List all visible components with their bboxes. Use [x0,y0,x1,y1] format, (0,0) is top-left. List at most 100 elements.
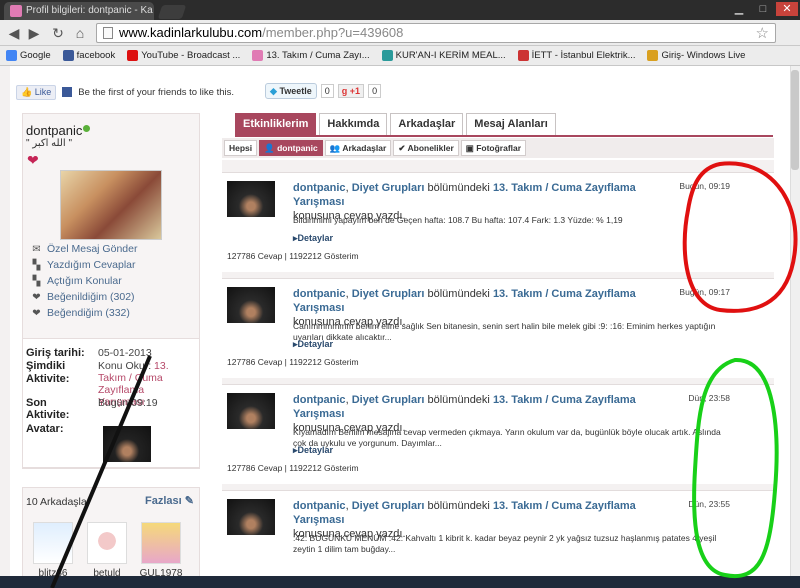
envelope-icon: ✉ [32,243,41,255]
profile-menu-item[interactable]: ▚ Açtığım Konular [31,275,122,287]
activity-group-link[interactable]: Diyet Grupları [352,500,425,512]
friends-more-label: Fazlası [145,495,182,507]
bookmark-label: Giriş- Windows Live [661,50,746,61]
profile-menu-item[interactable]: ✉ Özel Mesaj Gönder [31,243,137,255]
tab-1[interactable]: Hakkımda [319,113,388,135]
subtab-label: dontpanic [277,143,318,153]
maximize-icon[interactable]: □ [752,2,774,16]
tab-underline [235,135,773,137]
activity-thumbnail[interactable] [227,287,275,323]
activity-stats: 127786 Cevap | 1192212 Gösterim [227,357,359,367]
facebook-icon [62,87,73,97]
tweet-button[interactable]: ◆ Tweetle [265,83,317,99]
gplus-count: 0 [368,84,382,98]
favicon-icon [10,5,22,17]
back-icon[interactable]: ◀ [6,25,22,41]
subtab-label: Fotoğraflar [476,143,522,153]
bookmark-item[interactable]: Giriş- Windows Live [647,50,745,61]
bookmark-item[interactable]: 13. Takım / Cuma Zayı... [252,50,370,61]
bookmark-label: KUR'AN-I KERİM MEAL... [395,50,506,61]
facebook-like-bar: 👍 Like Be the first of your friends to l… [16,84,234,100]
profile-menu-label: Beğenildiğim (302) [47,291,135,303]
url-host: www.kadinlarkulubu.com [119,25,263,40]
subtab-label: Hepsi [229,143,253,153]
activity-mid: bölümündeki [424,394,493,406]
scrollbar-thumb[interactable] [791,70,799,170]
last-activity-label-2: Aktivite: [26,409,70,421]
activity-user-link[interactable]: dontpanic [293,500,346,512]
activity-thumbnail[interactable] [227,181,275,217]
friend-avatar[interactable] [33,522,73,564]
join-date-label: Giriş tarihi: [26,347,85,359]
new-tab-button[interactable] [157,5,187,19]
bookmark-item[interactable]: facebook [62,50,115,61]
bookmark-favicon-icon [381,50,393,61]
bookmark-item[interactable]: İETT - İstanbul Elektrik... [517,50,635,61]
subtab-1[interactable]: 👤 dontpanic [259,140,323,156]
details-link[interactable]: ▸Detaylar [293,233,333,244]
profile-menu-item[interactable]: ❤ Beğendiğim (332) [31,307,130,319]
activity-thumbnail[interactable] [227,393,275,429]
pencil-icon: ✎ [184,495,194,507]
minimize-icon[interactable]: ▁ [728,2,750,16]
activity-user-link[interactable]: dontpanic [293,288,346,300]
friends-more-link[interactable]: Fazlası ✎ [145,494,194,507]
activity-body: Bildirimimi yapayım ben de Geçen hafta: … [293,215,623,225]
subtab-0[interactable]: Hepsi [224,140,258,156]
bookmark-favicon-icon [647,50,659,61]
star-icon[interactable]: ☆ [756,25,769,43]
activity-stats: 127786 Cevap | 1192212 Gösterim [227,251,359,261]
address-bar[interactable]: www.kadinlarkulubu.com/member.php?u=4396… [96,23,776,43]
subtab-label: Abonelikler [407,143,454,153]
home-icon[interactable]: ⌂ [72,25,88,41]
activity-time: Dün, 23:58 [688,393,730,403]
activity-user-link[interactable]: dontpanic [293,182,346,194]
activity-group-link[interactable]: Diyet Grupları [352,394,425,406]
tweet-count: 0 [320,84,334,98]
bookmarks-bar: Google facebook YouTube - Broadcast ... 13.… [0,46,800,66]
bookmark-favicon-icon [6,50,17,61]
activity-group-link[interactable]: Diyet Grupları [352,288,425,300]
activity-item: dontpanic, Diyet Grupları bölümündeki 13… [222,172,774,272]
avatar [103,426,151,462]
bookmark-item[interactable]: YouTube - Broadcast ... [127,50,240,61]
bookmark-item[interactable]: KUR'AN-I KERİM MEAL... [381,50,506,61]
activity-item: dontpanic, Diyet Grupları bölümündeki 13… [222,384,774,484]
subtab-3[interactable]: ✔ Abonelikler [393,140,459,156]
heart-icon: ❤ [32,307,41,319]
reply-icon: ▚ [32,259,41,271]
last-activity-label: Son [26,397,47,409]
bookmark-favicon-icon [127,50,139,61]
profile-tabs: Etkinliklerim Hakkımda Arkadaşlar Mesaj Ala… [235,113,556,135]
heart-icon: ❤ [32,291,41,303]
reload-icon[interactable]: ↻ [50,25,66,41]
gplus-button[interactable]: g +1 [337,84,365,98]
online-status-icon [83,125,90,132]
url-path: /member.php?u=439608 [262,25,404,40]
share-bar: ◆ Tweetle 0 g +1 0 [265,83,382,99]
profile-menu-label: Yazdığım Cevaplar [47,259,136,271]
profile-menu-item[interactable]: ▚ Yazdığım Cevaplar [31,259,136,271]
friend-avatar[interactable] [141,522,181,564]
tab-3[interactable]: Mesaj Alanları [466,113,556,135]
details-link[interactable]: ▸Detaylar [293,339,333,350]
forward-icon[interactable]: ▶ [26,25,42,41]
close-icon[interactable]: ✕ [776,2,798,16]
subtab-2[interactable]: 👥 Arkadaşlar [324,140,392,156]
activity-group-link[interactable]: Diyet Grupları [352,182,425,194]
like-button[interactable]: 👍 Like [16,84,57,100]
tab-2[interactable]: Arkadaşlar [390,113,464,135]
subtab-4[interactable]: ▣ Fotoğraflar [460,140,527,156]
profile-photo[interactable] [60,170,162,240]
bookmark-item[interactable]: Google [6,50,51,61]
activity-filter-tabs: Hepsi 👤 dontpanic 👥 Arkadaşlar ✔ Abonelikle… [222,138,774,158]
activity-item: dontpanic, Diyet Grupları bölümündeki 13… [222,278,774,378]
activity-body: Kıyamadım Berilim mesajına cevap vermede… [293,427,721,448]
profile-menu-item[interactable]: ❤ Beğenildiğim (302) [31,291,135,303]
activity-user-link[interactable]: dontpanic [293,394,346,406]
friend-avatar[interactable] [87,522,127,564]
tab-0[interactable]: Etkinliklerim [235,113,317,135]
activity-thumbnail[interactable] [227,499,275,535]
browser-tab[interactable]: Profil bilgileri: dontpanic - Ka [4,2,154,20]
details-link[interactable]: ▸Detaylar [293,445,333,456]
